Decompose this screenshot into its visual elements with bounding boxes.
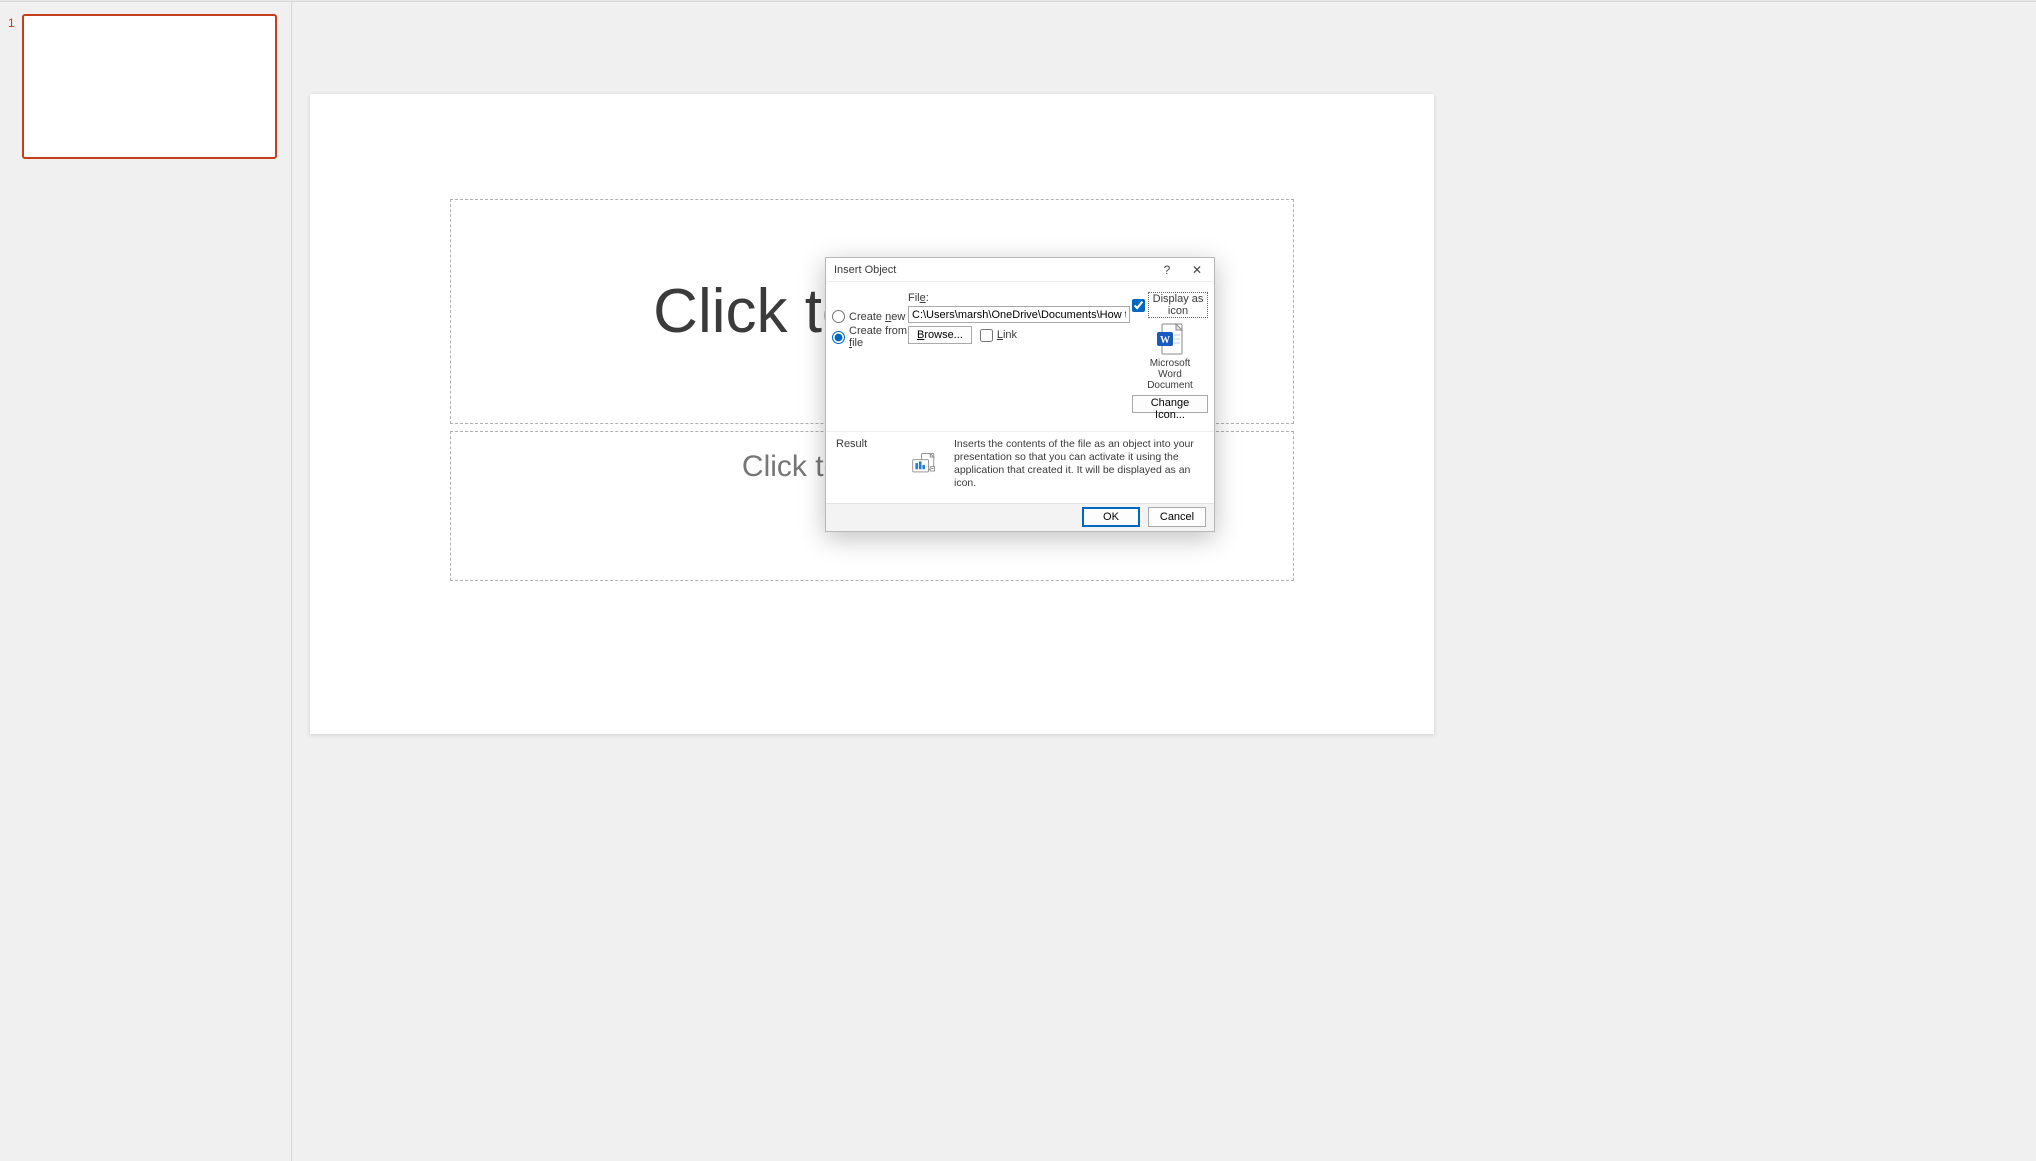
link-checkbox-input[interactable] [980, 329, 993, 342]
icon-caption: Microsoft Word Document [1132, 358, 1208, 391]
slide-number: 1 [8, 16, 15, 30]
display-as-icon-checkbox[interactable]: Display as icon [1132, 292, 1208, 318]
radio-column: Create new Create from file [832, 292, 908, 421]
result-text: Inserts the contents of the file as an o… [954, 438, 1206, 491]
slide-canvas-area: Click to add title Click to add subtitle… [292, 2, 2036, 1161]
create-from-file-radio[interactable]: Create from file [832, 325, 908, 349]
create-from-file-label: Create from file [849, 325, 908, 349]
icon-caption-2: Word [1132, 369, 1208, 380]
link-label: Link [997, 329, 1017, 341]
icon-caption-3: Document [1132, 380, 1208, 391]
display-icon-column: Display as icon W [1132, 292, 1208, 421]
close-button[interactable]: ✕ [1182, 259, 1212, 281]
slide-thumbnail-1[interactable] [22, 14, 277, 159]
browse-row: Browse... Link [908, 326, 1132, 344]
workspace: 1 Click to add title Click to add subtit… [0, 2, 2036, 1161]
display-as-icon-input[interactable] [1132, 299, 1145, 312]
dialog-body: Create new Create from file File: Browse… [826, 282, 1214, 431]
insert-object-dialog: Insert Object ? ✕ Create new Create from… [825, 257, 1215, 532]
thumbnail-panel: 1 [0, 2, 292, 1161]
dialog-button-row: OK Cancel [826, 503, 1214, 531]
word-document-icon: W [1155, 322, 1185, 356]
file-label: File: [908, 292, 1132, 304]
cancel-button[interactable]: Cancel [1148, 507, 1206, 527]
help-button[interactable]: ? [1152, 259, 1182, 281]
create-from-file-radio-input[interactable] [832, 331, 845, 344]
dialog-title: Insert Object [834, 264, 1152, 276]
browse-button[interactable]: Browse... [908, 326, 972, 344]
dialog-titlebar[interactable]: Insert Object ? ✕ [826, 258, 1214, 282]
result-label: Result [836, 438, 896, 491]
svg-text:W: W [1160, 335, 1170, 346]
create-new-radio[interactable]: Create new [832, 310, 908, 323]
create-new-label: Create new [849, 311, 905, 323]
change-icon-button[interactable]: Change Icon... [1132, 395, 1208, 413]
ok-button[interactable]: OK [1082, 507, 1140, 527]
link-checkbox[interactable]: Link [980, 329, 1017, 342]
file-column: File: Browse... Link [908, 292, 1132, 421]
result-icon [908, 438, 942, 491]
create-new-radio-input[interactable] [832, 310, 845, 323]
file-path-input[interactable] [908, 306, 1130, 323]
display-as-icon-label: Display as icon [1148, 292, 1208, 318]
icon-caption-1: Microsoft [1132, 358, 1208, 369]
result-section: Result Inserts the contents of the file … [826, 431, 1214, 503]
